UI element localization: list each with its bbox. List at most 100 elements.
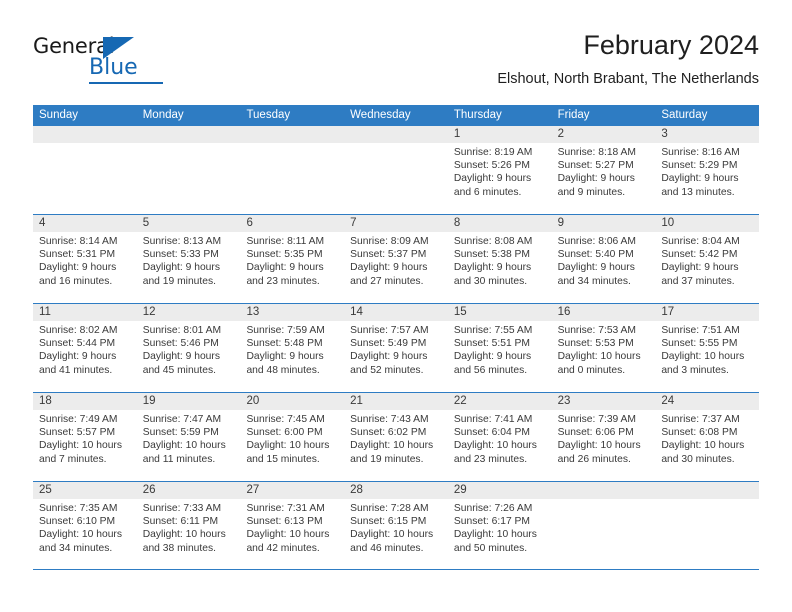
week-row: 4 Sunrise: 8:14 AM Sunset: 5:31 PM Dayli… xyxy=(33,214,760,303)
day-number xyxy=(240,126,345,143)
sunset-text: Sunset: 5:48 PM xyxy=(246,338,323,350)
sunrise-text: Sunrise: 8:02 AM xyxy=(39,325,118,336)
daylight-text-line1: Daylight: 10 hours xyxy=(246,529,330,541)
sunset-text: Sunset: 5:35 PM xyxy=(246,249,323,261)
sunrise-text: Sunrise: 7:55 AM xyxy=(453,325,533,336)
sunset-text: Sunset: 5:29 PM xyxy=(661,160,738,172)
daylight-text-line1: Daylight: 9 hours xyxy=(453,173,532,185)
day-number: 13 xyxy=(240,304,345,321)
sunrise-text: Sunrise: 8:11 AM xyxy=(246,236,325,247)
day-cell: 16 Sunrise: 7:53 AM Sunset: 5:53 PM Dayl… xyxy=(551,304,656,392)
sunset-text: Sunset: 5:40 PM xyxy=(557,249,634,261)
day-number: 17 xyxy=(655,304,760,321)
daylight-text-line2: and 48 minutes. xyxy=(246,364,320,376)
sunrise-text: Sunrise: 8:18 AM xyxy=(557,147,637,158)
day-cell: 18 Sunrise: 7:49 AM Sunset: 5:57 PM Dayl… xyxy=(33,393,137,481)
day-info: Sunrise: 8:02 AM Sunset: 5:44 PM Dayligh… xyxy=(33,321,137,377)
day-cell: 22 Sunrise: 7:41 AM Sunset: 6:04 PM Dayl… xyxy=(447,393,552,481)
daylight-text-line1: Daylight: 9 hours xyxy=(557,173,635,185)
daylight-text-line2: and 7 minutes. xyxy=(39,453,107,465)
daylight-text-line1: Daylight: 10 hours xyxy=(142,529,226,541)
day-cell: 3 Sunrise: 8:16 AM Sunset: 5:29 PM Dayli… xyxy=(655,126,760,214)
day-cell: 29 Sunrise: 7:26 AM Sunset: 6:17 PM Dayl… xyxy=(447,482,552,569)
day-cell: 21 Sunrise: 7:43 AM Sunset: 6:02 PM Dayl… xyxy=(344,393,448,481)
day-number: 14 xyxy=(344,304,448,321)
sunset-text: Sunset: 6:10 PM xyxy=(39,516,116,528)
day-cell: 9 Sunrise: 8:06 AM Sunset: 5:40 PM Dayli… xyxy=(551,215,656,303)
daylight-text-line1: Daylight: 9 hours xyxy=(557,262,635,274)
daylight-text-line1: Daylight: 10 hours xyxy=(557,351,641,363)
day-info: Sunrise: 7:41 AM Sunset: 6:04 PM Dayligh… xyxy=(448,410,552,466)
daylight-text-line2: and 0 minutes. xyxy=(557,364,626,376)
day-number: 27 xyxy=(240,482,345,499)
day-info: Sunrise: 7:26 AM Sunset: 6:17 PM Dayligh… xyxy=(448,499,552,555)
day-number: 25 xyxy=(33,482,137,499)
day-cell xyxy=(655,482,760,569)
week-row: 25 Sunrise: 7:35 AM Sunset: 6:10 PM Dayl… xyxy=(33,481,760,570)
daylight-text-line1: Daylight: 9 hours xyxy=(142,262,220,274)
daylight-text-line1: Daylight: 10 hours xyxy=(661,440,745,452)
daylight-text-line2: and 6 minutes. xyxy=(453,186,522,198)
daylight-text-line2: and 16 minutes. xyxy=(39,275,113,287)
day-info: Sunrise: 8:09 AM Sunset: 5:37 PM Dayligh… xyxy=(344,232,448,288)
sunrise-text: Sunrise: 7:31 AM xyxy=(246,503,325,514)
sunset-text: Sunset: 5:57 PM xyxy=(39,427,116,439)
sunset-text: Sunset: 5:59 PM xyxy=(142,427,219,439)
day-info: Sunrise: 7:57 AM Sunset: 5:49 PM Dayligh… xyxy=(344,321,448,377)
day-number: 9 xyxy=(551,215,656,232)
day-cell: 6 Sunrise: 8:11 AM Sunset: 5:35 PM Dayli… xyxy=(240,215,345,303)
weekday-header-saturday: Saturday xyxy=(661,109,708,121)
day-info: Sunrise: 8:11 AM Sunset: 5:35 PM Dayligh… xyxy=(240,232,344,288)
daylight-text-line2: and 42 minutes. xyxy=(246,542,320,554)
day-info xyxy=(33,143,137,146)
daylight-text-line2: and 45 minutes. xyxy=(142,364,216,376)
daylight-text-line2: and 38 minutes. xyxy=(142,542,216,554)
day-info: Sunrise: 8:19 AM Sunset: 5:26 PM Dayligh… xyxy=(448,143,552,199)
week-row: 11 Sunrise: 8:02 AM Sunset: 5:44 PM Dayl… xyxy=(33,303,760,392)
sunrise-text: Sunrise: 7:47 AM xyxy=(142,414,222,425)
daylight-text-line2: and 23 minutes. xyxy=(453,453,528,465)
daylight-text-line1: Daylight: 9 hours xyxy=(246,262,324,274)
sunset-text: Sunset: 6:11 PM xyxy=(142,516,219,528)
daylight-text-line2: and 37 minutes. xyxy=(661,275,735,287)
daylight-text-line2: and 46 minutes. xyxy=(350,542,424,554)
day-number: 29 xyxy=(447,482,552,499)
day-info: Sunrise: 8:06 AM Sunset: 5:40 PM Dayligh… xyxy=(552,232,656,288)
sunrise-text: Sunrise: 7:45 AM xyxy=(246,414,325,425)
daylight-text-line2: and 15 minutes. xyxy=(246,453,320,465)
day-cell: 10 Sunrise: 8:04 AM Sunset: 5:42 PM Dayl… xyxy=(655,215,760,303)
day-info: Sunrise: 7:39 AM Sunset: 6:06 PM Dayligh… xyxy=(552,410,656,466)
day-cell: 28 Sunrise: 7:28 AM Sunset: 6:15 PM Dayl… xyxy=(344,482,448,569)
daylight-text-line2: and 30 minutes. xyxy=(453,275,528,287)
day-info: Sunrise: 7:53 AM Sunset: 5:53 PM Dayligh… xyxy=(552,321,656,377)
sunrise-text: Sunrise: 8:06 AM xyxy=(557,236,637,247)
daylight-text-line2: and 11 minutes. xyxy=(142,453,216,465)
title-block: February 2024 Elshout, North Brabant, Th… xyxy=(497,28,759,90)
sunset-text: Sunset: 6:15 PM xyxy=(350,516,427,528)
day-cell: 20 Sunrise: 7:45 AM Sunset: 6:00 PM Dayl… xyxy=(240,393,345,481)
week-row: 18 Sunrise: 7:49 AM Sunset: 5:57 PM Dayl… xyxy=(33,392,760,481)
sunset-text: Sunset: 6:17 PM xyxy=(453,516,531,528)
week-row: 1 Sunrise: 8:19 AM Sunset: 5:26 PM Dayli… xyxy=(33,125,760,214)
day-cell: 7 Sunrise: 8:09 AM Sunset: 5:37 PM Dayli… xyxy=(344,215,448,303)
sunset-text: Sunset: 5:49 PM xyxy=(350,338,427,350)
day-cell: 4 Sunrise: 8:14 AM Sunset: 5:31 PM Dayli… xyxy=(33,215,137,303)
daylight-text-line2: and 50 minutes. xyxy=(453,542,528,554)
sunset-text: Sunset: 5:33 PM xyxy=(142,249,219,261)
daylight-text-line2: and 34 minutes. xyxy=(39,542,113,554)
page-subtitle: Elshout, North Brabant, The Netherlands xyxy=(497,71,759,87)
day-info xyxy=(344,143,448,146)
day-cell xyxy=(136,126,241,214)
daylight-text-line1: Daylight: 10 hours xyxy=(453,529,537,541)
day-info: Sunrise: 7:47 AM Sunset: 5:59 PM Dayligh… xyxy=(137,410,241,466)
day-cell xyxy=(240,126,345,214)
day-number: 12 xyxy=(136,304,241,321)
sunrise-text: Sunrise: 7:57 AM xyxy=(350,325,429,336)
day-info xyxy=(552,499,656,502)
day-info: Sunrise: 7:31 AM Sunset: 6:13 PM Dayligh… xyxy=(240,499,344,555)
daylight-text-line1: Daylight: 9 hours xyxy=(661,262,739,274)
daylight-text-line2: and 13 minutes. xyxy=(661,186,735,198)
daylight-text-line2: and 3 minutes. xyxy=(661,364,729,376)
day-info xyxy=(137,143,241,146)
sunrise-text: Sunrise: 8:19 AM xyxy=(453,147,533,158)
